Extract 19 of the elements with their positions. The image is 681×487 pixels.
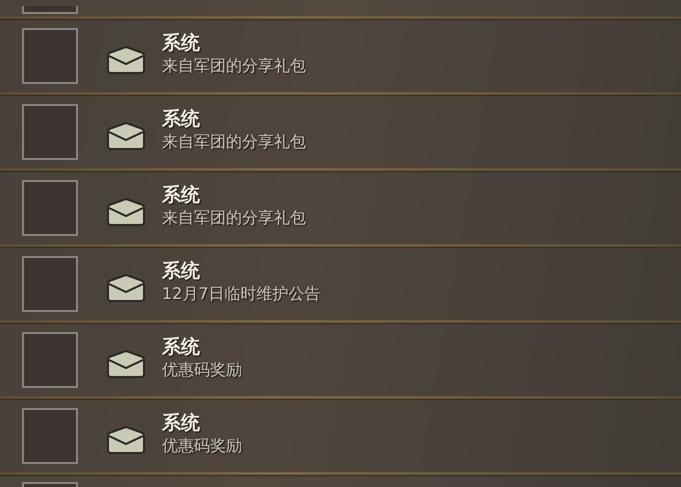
mail-sender: 系统 (162, 31, 200, 55)
checkbox[interactable] (22, 6, 78, 14)
checkbox[interactable] (22, 28, 78, 84)
checkbox[interactable] (22, 180, 78, 236)
mail-sender: 系统 (162, 335, 200, 359)
mail-sender: 系统 (162, 411, 200, 435)
mail-subject: 来自军团的分享礼包 (162, 207, 306, 229)
mail-sender: 系统 (162, 259, 200, 283)
checkbox[interactable] (22, 332, 78, 388)
mail-sender: 系统 (162, 183, 200, 207)
checkbox[interactable] (22, 256, 78, 312)
mail-subject: 来自军团的分享礼包 (162, 55, 306, 77)
mail-subject: 12月7日临时维护公告 (162, 283, 321, 305)
mail-sender: 系统 (162, 107, 200, 131)
mail-subject: 优惠码奖励 (162, 435, 242, 457)
mail-subject: 优惠码奖励 (162, 359, 242, 381)
checkbox[interactable] (22, 408, 78, 464)
mail-subject: 来自军团的分享礼包 (162, 131, 306, 153)
checkbox[interactable] (22, 104, 78, 160)
